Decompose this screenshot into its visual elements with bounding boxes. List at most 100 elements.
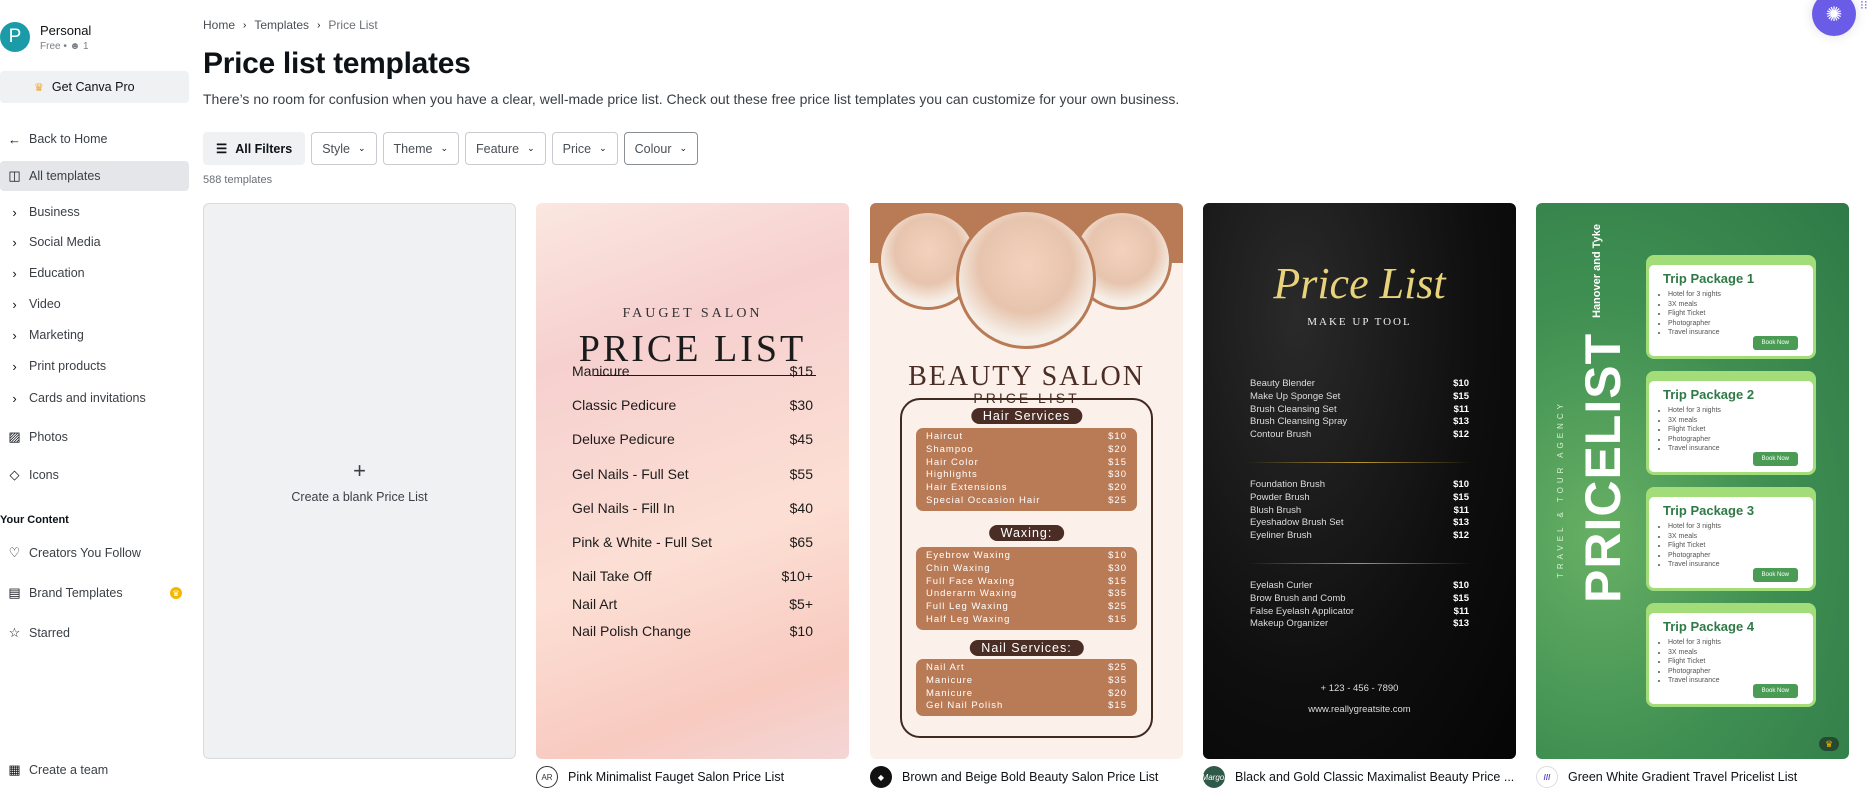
feature-item: 3X meals <box>1668 532 1721 542</box>
template-title: Black and Gold Classic Maximalist Beauty… <box>1235 770 1515 784</box>
trip-package: Trip Package 1 Hotel for 3 nights3X meals… <box>1646 255 1816 359</box>
feature-item: Photographer <box>1668 435 1721 445</box>
item-price: $11 <box>1453 504 1469 516</box>
sidebar-item-video[interactable]: › Video <box>0 289 189 319</box>
chevron-down-icon: ⌄ <box>527 143 535 153</box>
theme-filter[interactable]: Theme ⌄ <box>382 132 459 165</box>
brand-kit-icon: ▤ <box>8 585 21 600</box>
feature-item: 3X meals <box>1668 300 1721 310</box>
sidebar-item-creators[interactable]: ♡ Creators You Follow <box>0 538 189 568</box>
apps-grid-icon[interactable]: ⁝⁝ <box>1860 0 1868 11</box>
filter-label: Price <box>562 141 592 156</box>
team-icon: ▦ <box>8 762 21 777</box>
website: www.reallygreatsite.com <box>1308 704 1411 715</box>
sidebar-item-marketing[interactable]: › Marketing <box>0 320 189 350</box>
price-row: Blush Brush $11 <box>1250 505 1469 518</box>
item-name: Chin Waxing <box>926 562 991 574</box>
breadcrumb-templates[interactable]: Templates <box>254 18 309 32</box>
package-title: Trip Package 2 <box>1663 387 1755 402</box>
account-switcher[interactable]: P Personal Free • ☻ 1 <box>0 22 91 52</box>
style-filter[interactable]: Style ⌄ <box>311 132 377 165</box>
creator-logo: Margot <box>1202 766 1226 788</box>
feature-filter[interactable]: Feature ⌄ <box>464 132 546 165</box>
price-row: Brow Brush and Comb $15 <box>1250 593 1469 606</box>
template-caption[interactable]: /// Green White Gradient Travel Pricelis… <box>1536 766 1797 788</box>
item-name: Haircut <box>926 431 964 442</box>
item-name: Highlights <box>926 469 978 481</box>
colour-filter[interactable]: Colour ⌄ <box>623 132 699 165</box>
your-content-heading: Your Content <box>0 514 69 526</box>
item-price: $15 <box>1108 700 1127 712</box>
feature-item: Travel insurance <box>1668 560 1721 570</box>
feature-item: 3X meals <box>1668 648 1721 658</box>
price-row: Nail Take Off $10+ <box>572 568 813 584</box>
get-canva-pro-button[interactable]: ♛ Get Canva Pro <box>0 71 189 103</box>
item-name: Manicure <box>926 674 974 686</box>
sidebar-item-icons[interactable]: ◇ Icons <box>0 460 189 490</box>
all-filters-button[interactable]: ☰ All Filters <box>203 132 306 165</box>
template-card[interactable]: Hanover and Tyke PRICELIST TRAVEL & TOUR… <box>1536 203 1849 759</box>
sidebar-item-business[interactable]: › Business <box>0 197 189 227</box>
item-name: Deluxe Pedicure <box>572 431 675 447</box>
back-to-home[interactable]: ← Back to Home <box>0 124 189 154</box>
chevron-right-icon: › <box>12 296 17 312</box>
price-filter[interactable]: Price ⌄ <box>551 132 618 165</box>
template-caption[interactable]: AR Pink Minimalist Fauget Salon Price Li… <box>536 766 784 788</box>
item-price: $13 <box>1453 416 1469 428</box>
trip-package: Trip Package 3 Hotel for 3 nights3X meals… <box>1646 487 1816 591</box>
chevron-right-icon: › <box>317 19 321 31</box>
star-icon: ☆ <box>8 625 21 640</box>
sidebar-item-all-templates[interactable]: ◫ All templates <box>0 161 189 191</box>
plus-icon: + <box>353 458 366 483</box>
template-caption[interactable]: Margot Black and Gold Classic Maximalist… <box>1202 766 1515 788</box>
image-icon: ▨ <box>8 429 21 444</box>
item-name: Eyebrow Waxing <box>926 550 1011 561</box>
item-name: Pink & White - Full Set <box>572 534 713 550</box>
template-heading: PRICELIST <box>1575 332 1631 603</box>
sidebar-item-photos[interactable]: ▨ Photos <box>0 422 189 452</box>
phone-number: + 123 - 456 - 7890 <box>1320 683 1399 694</box>
item-price: $35 <box>1108 674 1127 686</box>
sidebar-item-education[interactable]: › Education <box>0 258 189 288</box>
price-row: False Eyelash Applicator $11 <box>1250 606 1469 619</box>
item-price: $10 <box>1453 580 1469 591</box>
breadcrumb-home[interactable]: Home <box>203 18 235 32</box>
feature-item: Travel insurance <box>1668 328 1721 338</box>
item-name: Shampoo <box>926 443 974 455</box>
filter-label: Theme <box>393 141 433 156</box>
feature-item: Travel insurance <box>1668 676 1721 686</box>
price-row: Eyeliner Brush $12 <box>1250 530 1469 543</box>
price-row: Beauty Blender $10 <box>1250 378 1469 391</box>
create-blank-card[interactable]: + Create a blank Price List <box>203 203 516 759</box>
page-description: There’s no room for confusion when you h… <box>203 91 1180 107</box>
item-name: Special Occasion Hair <box>926 494 1041 506</box>
sidebar-item-print-products[interactable]: › Print products <box>0 351 189 381</box>
sidebar-item-brand-templates[interactable]: ▤ Brand Templates <box>0 578 189 608</box>
sidebar-item-social-media[interactable]: › Social Media <box>0 227 189 257</box>
template-count: 588 templates <box>203 174 273 186</box>
price-row: Nail Art $5+ <box>572 596 813 612</box>
creator-logo: ◆ <box>870 766 892 788</box>
template-card[interactable]: Price List MAKE UP TOOL Beauty Blender $1… <box>1203 203 1516 759</box>
feature-list: Hotel for 3 nights3X mealsFlight TicketP… <box>1668 290 1721 338</box>
price-row: Brush Cleansing Set $11 <box>1250 404 1469 417</box>
item-name: Half Leg Waxing <box>926 613 1011 625</box>
item-name: Gel Nails - Full Set <box>572 466 689 482</box>
gold-divider <box>1248 462 1471 463</box>
ai-assistant-button[interactable]: ✺ <box>1812 0 1856 36</box>
chevron-right-icon: › <box>12 327 17 343</box>
template-card[interactable]: FAUGET SALON PRICE LIST Manicure $15 Class… <box>536 203 849 759</box>
photos-label: Photos <box>29 430 68 444</box>
template-card[interactable]: BEAUTY SALON PRICE LIST Hair Services Hai… <box>870 203 1183 759</box>
plan-label: Free <box>40 40 61 52</box>
template-caption[interactable]: ◆ Brown and Beige Bold Beauty Salon Pric… <box>870 766 1158 788</box>
filter-label: Feature <box>475 141 520 156</box>
price-row: Full Face Waxing $15 <box>926 576 1127 589</box>
feature-item: Hotel for 3 nights <box>1668 522 1721 532</box>
feature-item: Flight Ticket <box>1668 541 1721 551</box>
sidebar-item-starred[interactable]: ☆ Starred <box>0 618 189 648</box>
feature-item: Flight Ticket <box>1668 657 1721 667</box>
sidebar-item-cards-invitations[interactable]: › Cards and invitations <box>0 383 189 413</box>
price-row: Full Leg Waxing $25 <box>926 601 1127 614</box>
create-team-button[interactable]: ▦ Create a team <box>0 755 189 785</box>
